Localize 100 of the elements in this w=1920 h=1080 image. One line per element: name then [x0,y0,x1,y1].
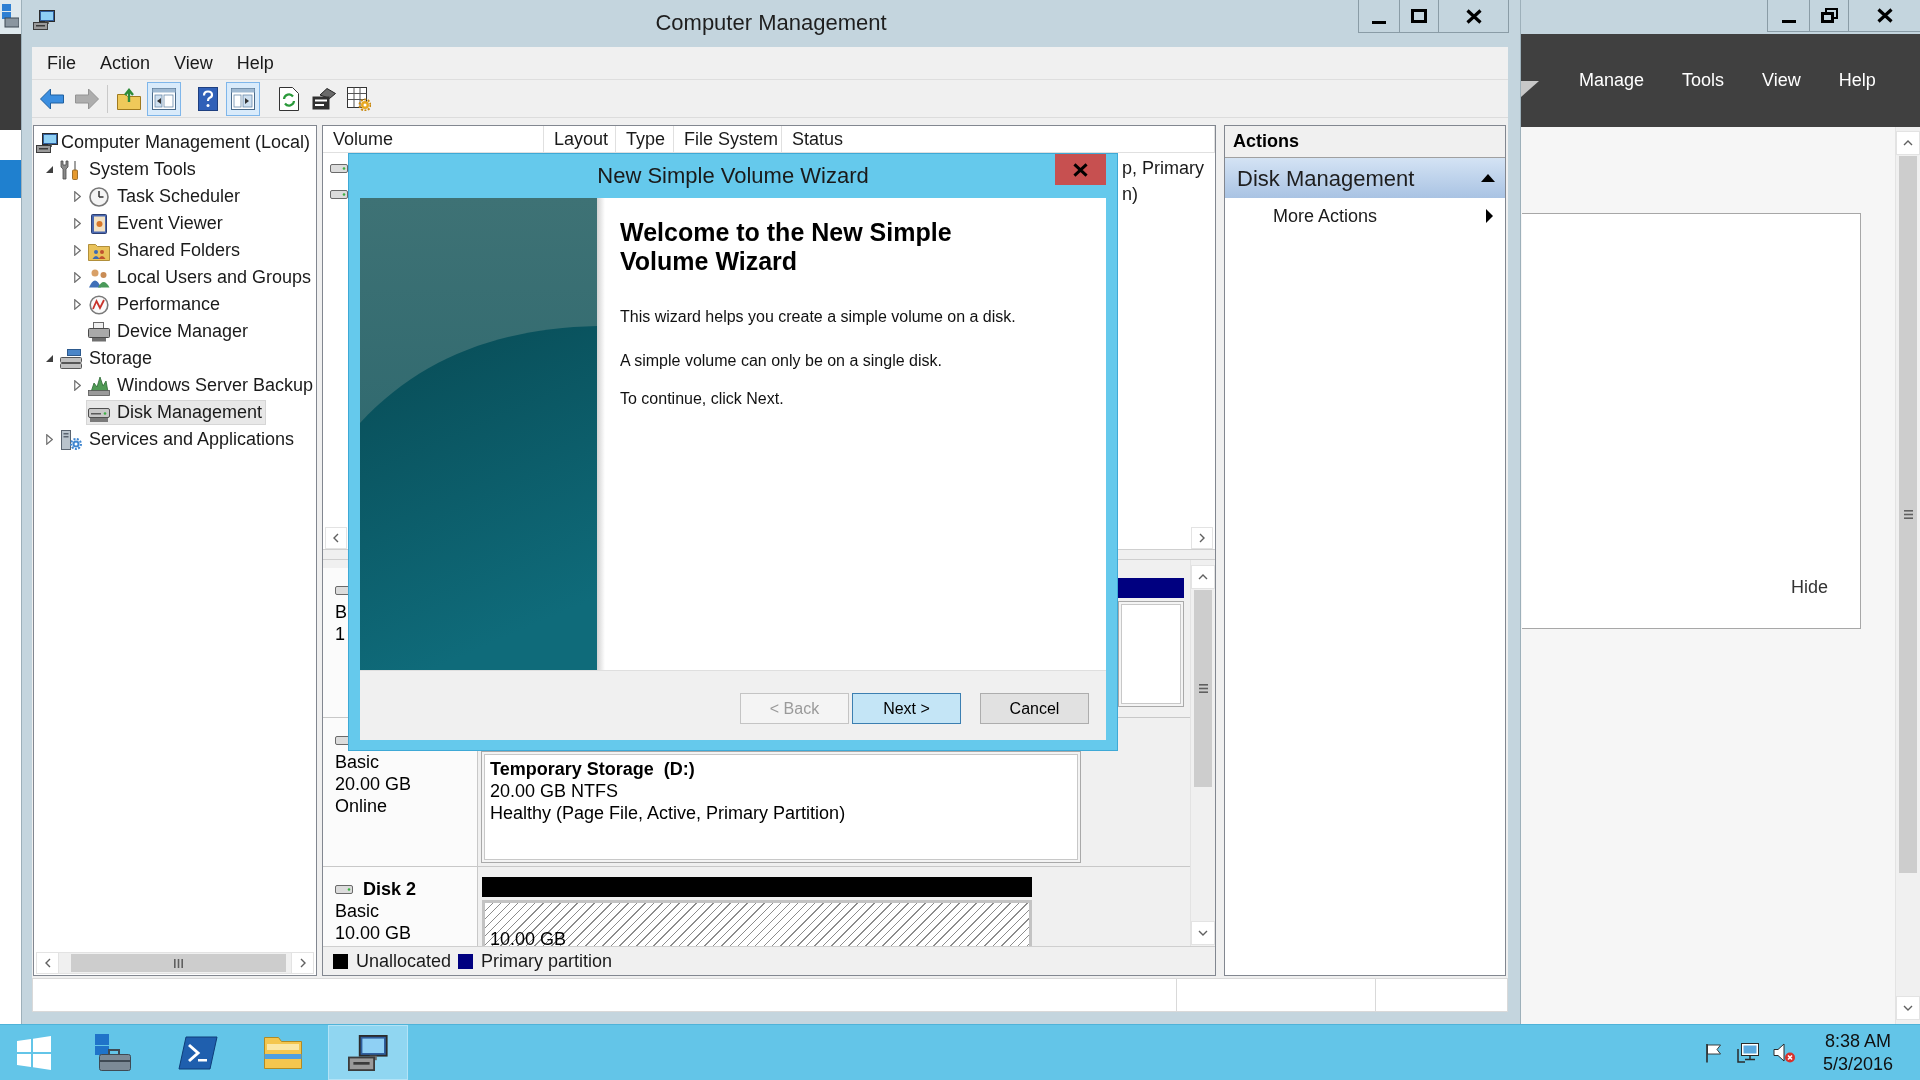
close-icon [1876,8,1893,23]
gauge-icon [88,294,110,315]
horizontal-scrollbar[interactable] [36,952,314,974]
wizard-text: To continue, click Next. [620,389,785,409]
vertical-scrollbar[interactable] [1895,127,1920,1024]
caret-right-icon[interactable] [73,380,81,391]
tree-item[interactable]: Event Viewer [86,211,227,236]
status-text: p, Primary [1122,156,1204,180]
flag-icon[interactable] [1705,1042,1723,1063]
scrollbar-thumb[interactable] [1194,590,1212,787]
caret-right-icon[interactable] [45,434,53,445]
caret-right-icon[interactable] [73,218,81,229]
tree-item[interactable]: Disk Management [86,400,267,425]
column-header[interactable]: Volume [323,126,544,152]
column-header[interactable]: Type [616,126,674,152]
start-icon [17,1035,51,1070]
hide-link[interactable]: Hide [1790,576,1828,598]
chevron-up-icon [1903,139,1913,147]
triangle-up-icon[interactable] [1481,174,1495,182]
grid-gear-icon [347,86,371,111]
partition-info: Healthy (Page File, Active, Primary Partition) [490,802,847,824]
chevron-down-icon [1903,1004,1913,1012]
hard-drive-icon [335,735,348,745]
menu-item[interactable]: Manage [1560,67,1664,94]
arrow-right-icon [75,87,99,110]
tree-item[interactable]: Performance [86,292,225,317]
disk-info: 1 [335,623,346,645]
menu-item[interactable]: File [35,51,88,75]
legend-label: Unallocated [356,949,452,973]
plant-drive-icon [88,375,110,396]
caret-down-icon[interactable] [45,166,53,173]
drives-icon [60,348,82,369]
section-header[interactable]: Disk Management [1225,158,1505,198]
column-header[interactable]: Layout [544,126,616,152]
people-icon [88,267,110,288]
tree-item[interactable]: Services and Applications [58,427,299,452]
close-icon [1073,162,1088,177]
minimize-icon [1372,21,1386,24]
printer-icon [88,321,110,342]
column-header[interactable]: Status [782,126,1215,152]
window-panes-icon [152,87,176,110]
hard-drive-icon [335,585,348,595]
taskbar-app[interactable] [328,1025,408,1080]
caret-right-icon[interactable] [73,299,81,310]
tree-item[interactable]: Computer Management (Local) [34,130,315,155]
tree-item[interactable]: Windows Server Backup [86,373,318,398]
book-icon [88,213,110,234]
wizard-heading: Welcome to the New Simple Volume Wizard [620,218,953,276]
tree-item[interactable]: Shared Folders [86,238,245,263]
dialog-button[interactable]: Cancel [980,693,1089,724]
menu-item[interactable]: Tools [1663,67,1744,94]
action-pane-button[interactable] [226,81,260,116]
maximize-icon [1411,9,1427,23]
tree-item[interactable]: System Tools [58,157,200,182]
grip-icon [1198,684,1208,693]
caret-right-icon[interactable] [73,245,81,256]
vertical-scrollbar[interactable] [1190,560,1215,946]
tree-item[interactable]: Storage [58,346,157,371]
chevron-left-icon [43,958,52,968]
wizard-text: A simple volume can only be on a single disk. [620,351,943,371]
status-text: n) [1122,182,1138,206]
menu-item[interactable]: View [162,51,225,75]
column-header[interactable]: File System [674,126,782,152]
dialog-button[interactable]: Next > [852,693,961,724]
tree-item[interactable]: Local Users and Groups [86,265,316,290]
tree-item[interactable]: Task Scheduler [86,184,245,209]
arrow-left-icon [40,87,64,110]
disk-name: Disk 2 [363,878,417,900]
caret-right-icon[interactable] [73,272,81,283]
chevron-down-icon [1198,929,1208,937]
chevron-right-icon [1198,533,1206,543]
refresh-icon [279,86,299,111]
computer-icon [36,132,58,153]
menu-item[interactable]: Help [1819,67,1895,94]
dialog-title: New Simple Volume Wizard [597,165,869,187]
disk-info: Basic [335,751,380,773]
clock-date[interactable]: 5/3/2016 [1822,1052,1894,1076]
legend-label: Primary partition [481,949,613,973]
computer-toolbox-icon [348,1034,388,1071]
disk-info: B [335,601,348,623]
hard-drive-icon [330,163,348,173]
scrollbar-thumb[interactable] [1899,156,1917,873]
clock-time[interactable]: 8:38 AM [1824,1029,1891,1053]
scrollbar-thumb[interactable] [71,954,286,972]
tree-item[interactable]: Device Manager [86,319,253,344]
caret-down-icon[interactable] [45,355,53,362]
console-tree-button[interactable] [147,81,181,116]
menu-item[interactable]: Help [224,51,286,75]
speaker-muted-icon[interactable] [1773,1042,1795,1063]
network-icon[interactable] [1737,1042,1759,1063]
restore-icon [1820,8,1838,23]
wizard-text: This wizard helps you create a simple volume on a disk. [620,307,1017,327]
menu-item[interactable]: Action [88,51,163,75]
disk-info: 20.00 GB [335,773,413,795]
action-link[interactable]: More Actions [1225,198,1505,234]
menu-item[interactable]: View [1743,67,1820,94]
card-stack-icon [312,87,336,110]
caret-right-icon[interactable] [73,191,81,202]
terminal-icon [178,1035,218,1070]
folder-arrow-icon [117,87,141,110]
